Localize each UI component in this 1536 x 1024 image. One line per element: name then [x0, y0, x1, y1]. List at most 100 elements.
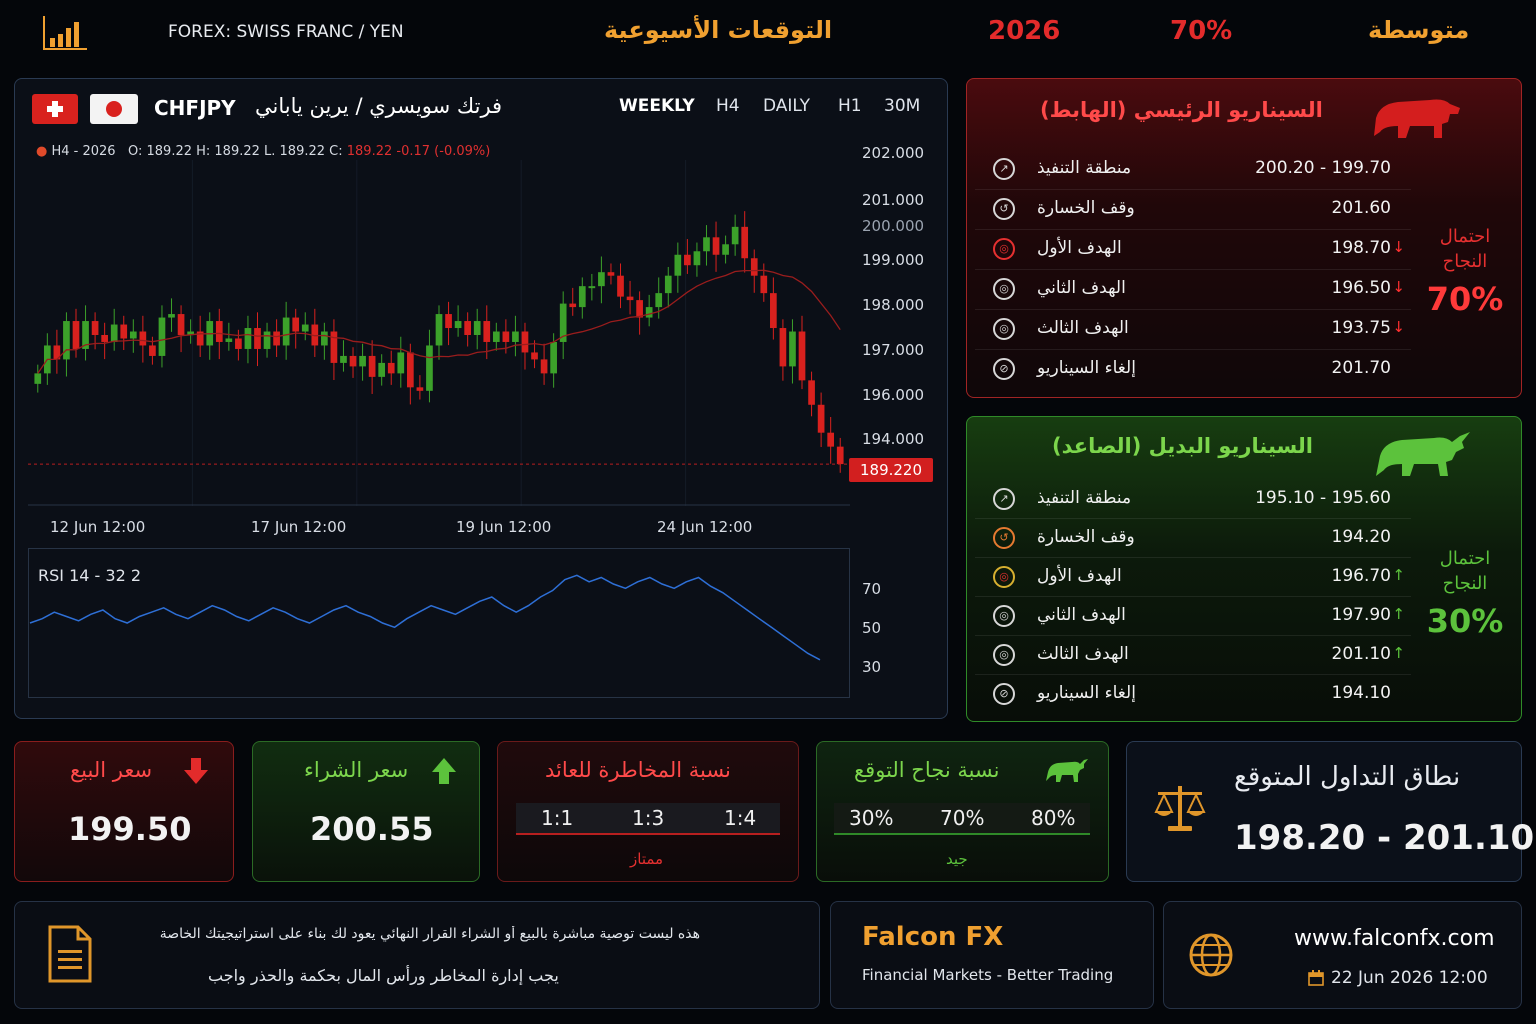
current-price-badge: 189.220 [849, 458, 933, 482]
table-row: ◎ الهدف الثالث 201.10 ↑ [975, 636, 1411, 675]
candle [445, 314, 452, 329]
entry-zone-icon: ↗ [993, 158, 1015, 180]
bear-probability-label: احتمال النجاح [1439, 226, 1491, 272]
candle [464, 321, 472, 335]
rsi-chart[interactable] [28, 548, 850, 698]
buy-price-value: 200.55 [310, 810, 434, 848]
bear-probability-value: 70% [1426, 280, 1504, 318]
tab-daily[interactable]: DAILY [763, 96, 810, 116]
candle [168, 314, 175, 318]
entry-zone-icon: ↗ [993, 488, 1015, 510]
scales-icon [1152, 782, 1208, 840]
candle [292, 317, 300, 332]
arrow-up-icon: ↑ [1392, 566, 1405, 584]
row-label: الهدف الثاني [1037, 605, 1126, 625]
candle [588, 286, 596, 289]
row-value: 197.90 [1331, 605, 1391, 625]
candle [827, 432, 835, 447]
stop-loss-icon: ↺ [993, 198, 1015, 220]
row-label: منطقة التنفيذ [1037, 158, 1132, 178]
candle [521, 331, 529, 353]
table-row: ↗ منطقة التنفيذ 195.10 - 195.60 [975, 480, 1411, 519]
candle [578, 286, 586, 308]
table-row: ⊘ إلغاء السيناريو 201.70 [975, 350, 1411, 390]
ohlc-close: 189.22 [346, 144, 393, 159]
candle [177, 314, 185, 335]
candle [483, 321, 491, 342]
table-row: ◎ الهدف الثالث 193.75 ↓ [975, 310, 1411, 350]
candle [340, 355, 347, 363]
rsi-tick: 70 [862, 580, 882, 598]
row-label: وقف الخسارة [1037, 527, 1135, 547]
row-value: 201.70 [1331, 358, 1391, 378]
tab-h1[interactable]: H1 [838, 96, 862, 116]
candle [789, 331, 796, 367]
trading-range-value: 198.20 - 201.10 [1234, 818, 1535, 858]
candle [598, 272, 605, 287]
candle [502, 331, 510, 342]
price-tick: 194.000 [862, 430, 925, 448]
japan-flag-icon [90, 94, 138, 124]
live-dot-icon: ● [36, 144, 48, 159]
price-tick: 200.000 [862, 217, 925, 235]
bull-scenario-title: السيناريو البديل (الصاعد) [1052, 434, 1313, 458]
candle [149, 345, 156, 356]
candle [406, 352, 414, 388]
candle [426, 345, 433, 391]
level-label: متوسطة [1368, 16, 1470, 44]
sell-price-title: سعر البيع [70, 758, 153, 782]
cancel-icon: ⊘ [993, 358, 1015, 380]
candle [760, 275, 768, 294]
candle [120, 324, 128, 339]
tab-30m[interactable]: 30M [884, 96, 920, 116]
candle [731, 226, 739, 245]
risk-rating: ممتاز [630, 850, 664, 868]
logo-icon [42, 14, 88, 50]
candle [63, 321, 70, 360]
candle [836, 446, 844, 465]
year-label: 2026 [988, 16, 1061, 46]
ratio-value: 30% [849, 806, 894, 830]
ohlc-prefix: H4 - 2026 [51, 144, 116, 159]
row-label: الهدف الأول [1037, 566, 1122, 586]
price-chart[interactable] [28, 160, 850, 506]
ratio-value: 1:4 [724, 806, 757, 830]
table-row: ◎ الهدف الأول 196.70 ↑ [975, 558, 1411, 597]
arrow-down-icon: ↓ [1392, 278, 1405, 296]
bear-icon [1370, 92, 1464, 144]
arrow-down-icon: ↓ [1392, 318, 1405, 336]
candle [617, 275, 624, 297]
row-label: إلغاء السيناريو [1037, 683, 1136, 703]
candle [282, 317, 290, 346]
tab-h4[interactable]: H4 [716, 96, 740, 116]
arrow-up-icon: ↑ [1392, 644, 1405, 662]
row-label: منطقة التنفيذ [1037, 488, 1132, 508]
row-value: 198.70 [1331, 238, 1391, 258]
target-icon: ◎ [993, 566, 1015, 588]
bull-probability-label: احتمال النجاح [1439, 548, 1491, 594]
candle [321, 331, 328, 346]
time-tick: 17 Jun 12:00 [251, 518, 347, 536]
candle [626, 296, 634, 301]
candle [235, 338, 242, 349]
target-icon: ◎ [993, 238, 1015, 260]
tab-weekly[interactable]: WEEKLY [619, 96, 695, 116]
candle [473, 321, 481, 335]
swiss-flag-icon [32, 94, 78, 124]
target-icon: ◎ [993, 318, 1015, 340]
brand-name: Falcon FX [862, 922, 1004, 952]
website-link[interactable]: www.falconfx.com [1294, 926, 1495, 951]
row-value: 200.20 - 199.70 [1255, 158, 1391, 178]
risk-reward-title: نسبة المخاطرة للعائد [545, 758, 731, 782]
candle [750, 258, 758, 276]
row-value: 194.10 [1331, 683, 1391, 703]
row-value: 201.60 [1331, 198, 1391, 218]
arrow-up-icon: ↑ [1392, 605, 1405, 623]
candle [263, 331, 271, 349]
candle [91, 321, 99, 335]
candle [531, 352, 538, 360]
price-tick: 196.000 [862, 386, 925, 404]
row-label: وقف الخسارة [1037, 198, 1135, 218]
datetime-label: 22 Jun 2026 12:00 [1331, 968, 1488, 988]
candle [798, 331, 806, 381]
